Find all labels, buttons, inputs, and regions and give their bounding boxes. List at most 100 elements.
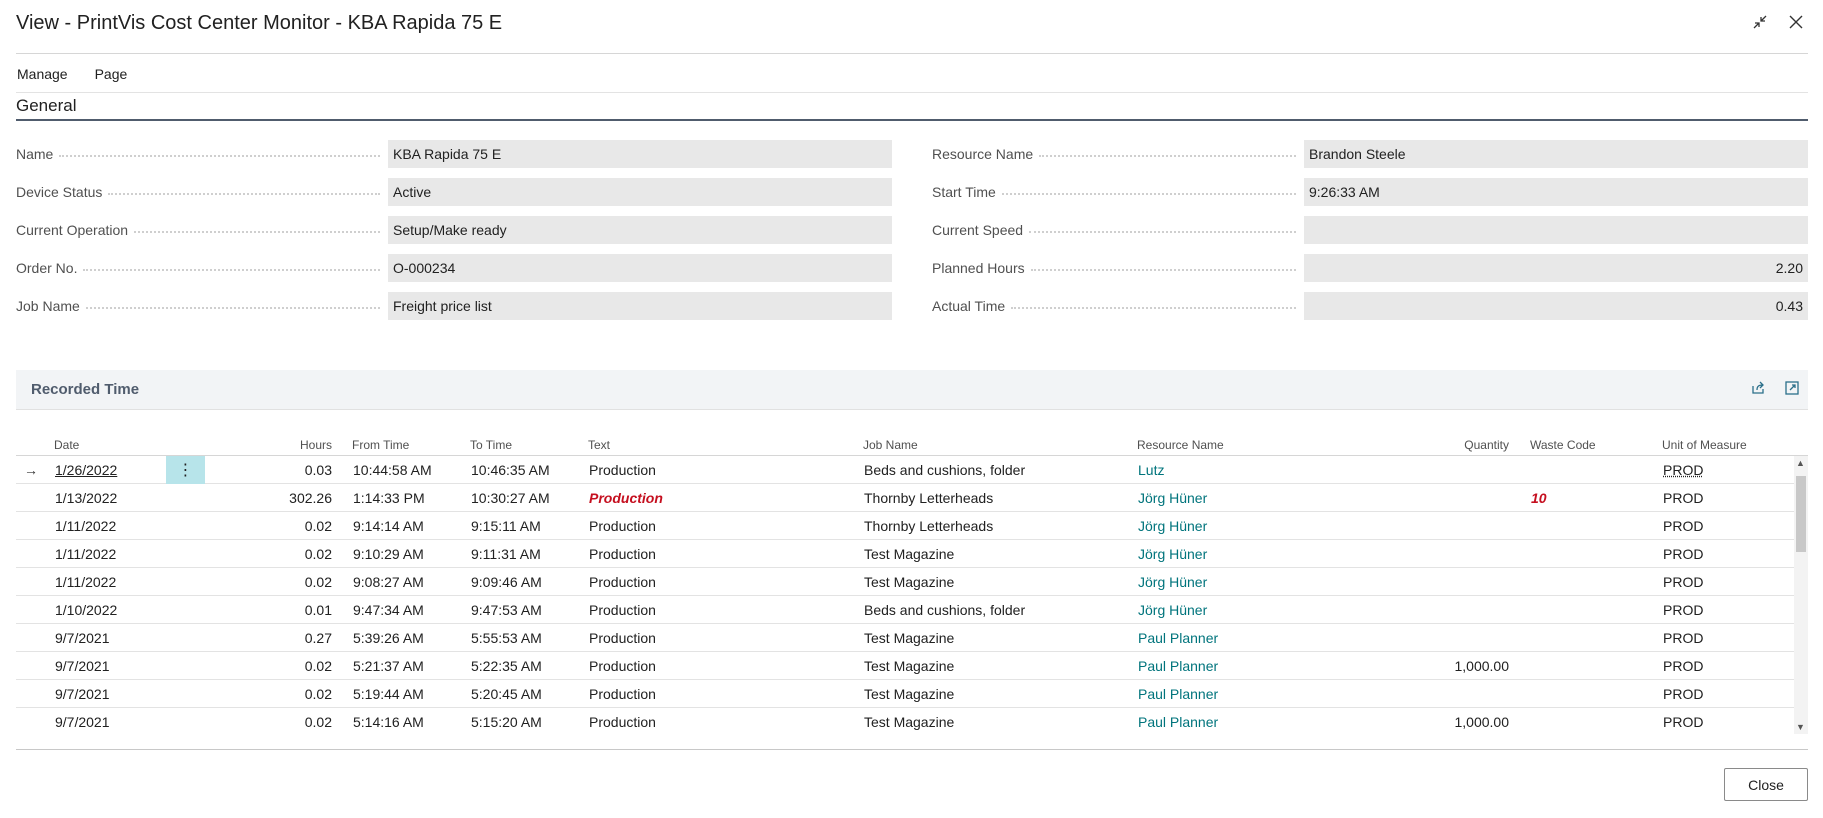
cell-date[interactable]: 9/7/2021 [55,630,110,646]
table-row[interactable]: 1/11/2022 0.02 9:08:27 AM 9:09:46 AM Product… [16,568,1808,596]
field-leader [1001,193,1296,195]
cell-unit-of-measure: PROD [1663,462,1704,478]
name-value[interactable]: KBA Rapida 75 E [388,140,892,168]
table-row[interactable]: 9/7/2021 0.02 5:14:16 AM 5:15:20 AM Producti… [16,708,1808,734]
cell-resource-name[interactable]: Jörg Hüner [1138,574,1207,590]
table-row[interactable]: 1/11/2022 0.02 9:10:29 AM 9:11:31 AM Product… [16,540,1808,568]
field-label: Current Operation [16,222,129,238]
cell-date[interactable]: 1/10/2022 [55,602,117,618]
col-to-time[interactable]: To Time [470,438,512,452]
order-no-value[interactable]: O-000234 [388,254,892,282]
general-section-underline [16,119,1808,121]
grid-body: → ⋮ 1/26/2022 0.03 10:44:58 AM 10:46:35 AM Pro… [16,456,1808,734]
table-row[interactable]: 1/11/2022 0.02 9:14:14 AM 9:15:11 AM Product… [16,512,1808,540]
cell-unit-of-measure: PROD [1663,686,1704,702]
cell-from-time: 5:14:16 AM [353,714,424,730]
start-time-value[interactable]: 9:26:33 AM [1304,178,1808,206]
col-text[interactable]: Text [588,438,610,452]
table-row[interactable]: 9/7/2021 0.27 5:39:26 AM 5:55:53 AM Producti… [16,624,1808,652]
field-leader [108,193,380,195]
cell-to-time: 10:30:27 AM [471,490,550,506]
col-resource-name[interactable]: Resource Name [1137,438,1224,452]
table-row[interactable]: 9/7/2021 0.02 5:21:37 AM 5:22:35 AM Producti… [16,652,1808,680]
cell-date[interactable]: 1/11/2022 [55,546,116,562]
menu-page[interactable]: Page [95,66,128,82]
cell-unit-of-measure: PROD [1663,630,1704,646]
expand-icon[interactable] [1782,378,1802,398]
col-from-time[interactable]: From Time [352,438,409,452]
cell-resource-name[interactable]: Paul Planner [1138,658,1218,674]
cell-date[interactable]: 1/13/2022 [55,490,117,506]
cell-resource-name[interactable]: Jörg Hüner [1138,518,1207,534]
cell-from-time: 5:39:26 AM [353,630,424,646]
share-icon[interactable] [1748,378,1768,398]
title-divider [16,53,1808,54]
cell-text: Production [589,630,656,646]
current-speed-value[interactable] [1304,216,1808,244]
close-button[interactable]: Close [1724,768,1808,801]
cell-hours: 0.01 [304,602,332,618]
grid-scrollbar[interactable]: ▲ ▼ [1794,456,1808,734]
cell-hours: 0.03 [304,462,332,478]
table-row[interactable]: 9/7/2021 0.02 5:19:44 AM 5:20:45 AM Producti… [16,680,1808,708]
cell-date[interactable]: 9/7/2021 [55,658,110,674]
col-quantity[interactable]: Quantity [1401,438,1509,452]
cell-date[interactable]: 1/11/2022 [55,518,116,534]
scroll-down-icon[interactable]: ▼ [1796,722,1805,732]
scroll-up-icon[interactable]: ▲ [1796,458,1805,468]
cell-resource-name[interactable]: Lutz [1138,462,1164,478]
cell-date[interactable]: 9/7/2021 [55,686,110,702]
cell-date[interactable]: 1/26/2022 [55,462,117,478]
cell-resource-name[interactable]: Jörg Hüner [1138,490,1207,506]
field-leader [85,307,380,309]
close-icon[interactable] [1786,12,1806,32]
current-operation-value[interactable]: Setup/Make ready [388,216,892,244]
recorded-time-part: Recorded Time Date Hours From Time To Ti… [16,370,1808,752]
planned-hours-value[interactable]: 2.20 [1304,254,1808,282]
cell-job-name: Test Magazine [864,546,955,562]
col-date[interactable]: Date [54,438,79,452]
col-hours[interactable]: Hours [216,438,332,452]
table-row[interactable]: → ⋮ 1/26/2022 0.03 10:44:58 AM 10:46:35 AM Pro… [16,456,1808,484]
cell-from-time: 9:47:34 AM [353,602,424,618]
actual-time-value[interactable]: 0.43 [1304,292,1808,320]
cell-unit-of-measure: PROD [1663,490,1704,506]
row-actions-icon[interactable]: ⋮ [166,456,205,484]
cell-resource-name[interactable]: Jörg Hüner [1138,602,1207,618]
resource-name-value[interactable]: Brandon Steele [1304,140,1808,168]
cell-text: Production [589,518,656,534]
col-job-name[interactable]: Job Name [863,438,918,452]
cell-date[interactable]: 1/11/2022 [55,574,116,590]
cell-to-time: 5:20:45 AM [471,686,542,702]
collapse-arrows-icon[interactable] [1750,12,1770,32]
cell-unit-of-measure: PROD [1663,574,1704,590]
general-fields-right: Resource Name Brandon Steele Start Time … [932,140,1808,330]
cell-date[interactable]: 9/7/2021 [55,714,110,730]
cell-job-name: Test Magazine [864,658,955,674]
job-name-value[interactable]: Freight price list [388,292,892,320]
field-start-time: Start Time 9:26:33 AM [932,178,1808,206]
cell-resource-name[interactable]: Paul Planner [1138,686,1218,702]
cell-job-name: Beds and cushions, folder [864,602,1026,618]
cell-unit-of-measure: PROD [1663,658,1704,674]
cell-resource-name[interactable]: Paul Planner [1138,714,1218,730]
general-section-title[interactable]: General [16,95,76,117]
cell-hours: 0.02 [304,714,332,730]
grid-header: Date Hours From Time To Time Text Job Na… [16,434,1808,456]
cell-to-time: 5:22:35 AM [471,658,542,674]
general-fields-left: Name KBA Rapida 75 E Device Status Activ… [16,140,892,330]
table-row[interactable]: 1/10/2022 0.01 9:47:34 AM 9:47:53 AM Product… [16,596,1808,624]
scroll-thumb[interactable] [1796,476,1806,552]
current-row-arrow-icon: → [24,462,38,478]
col-unit-of-measure[interactable]: Unit of Measure [1662,438,1747,452]
field-label: Resource Name [932,146,1034,162]
device-status-value[interactable]: Active [388,178,892,206]
field-current-operation: Current Operation Setup/Make ready [16,216,892,244]
col-waste-code[interactable]: Waste Code [1530,438,1596,452]
table-row[interactable]: 1/13/2022 302.26 1:14:33 PM 10:30:27 AM Prod… [16,484,1808,512]
cell-resource-name[interactable]: Jörg Hüner [1138,546,1207,562]
field-label: Order No. [16,260,78,276]
cell-to-time: 9:11:31 AM [471,546,541,562]
cell-resource-name[interactable]: Paul Planner [1138,630,1218,646]
menu-manage[interactable]: Manage [17,66,68,82]
